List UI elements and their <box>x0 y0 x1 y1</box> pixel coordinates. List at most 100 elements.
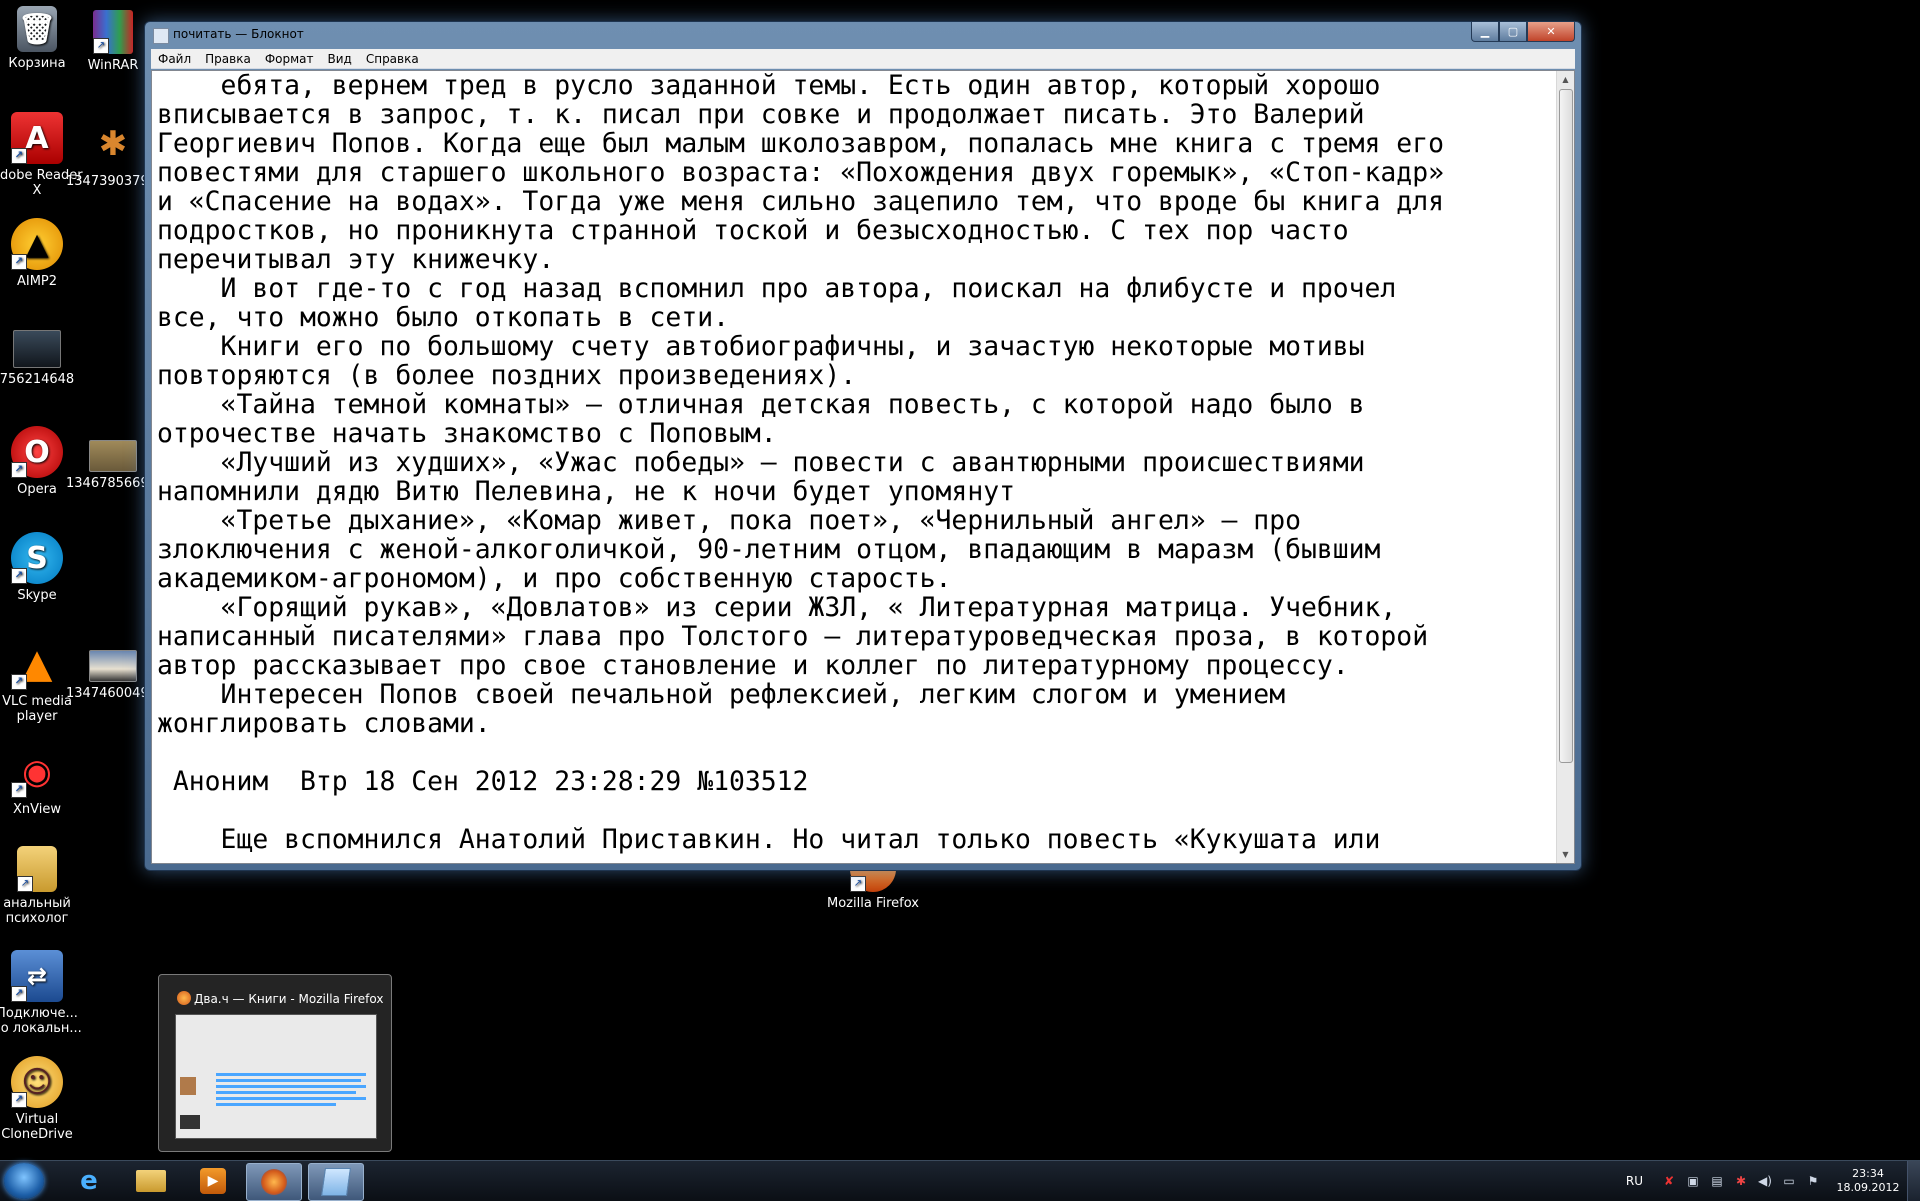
desktop-icon-label: Mozilla Firefox <box>827 896 919 911</box>
text-editor[interactable]: ебята, вернем тред в русло заданной темы… <box>151 70 1575 864</box>
desktop-icon-aimp[interactable]: ▲ ↗ AIMP2 <box>0 218 84 289</box>
desktop-icon-label: Opera <box>17 482 57 497</box>
explorer-folder-taskbar-icon[interactable] <box>124 1163 178 1199</box>
desktop-icon-label: Skype <box>17 588 57 603</box>
title-bar[interactable]: почитать — Блокнот ▁ ▢ ✕ <box>145 22 1581 48</box>
image-file-icon <box>13 330 61 368</box>
desktop-icon-756214648[interactable]: 756214648 <box>0 330 84 387</box>
minimize-button[interactable]: ▁ <box>1471 22 1499 42</box>
firefox-icon <box>177 991 191 1005</box>
text-line: злоключения с женой-алкоголичкой, 90-лет… <box>157 534 1381 565</box>
display-icon[interactable]: ▭ <box>1782 1174 1796 1188</box>
desktop-icon-label: AIMP2 <box>16 274 58 289</box>
desktop-icon-label: 756214648 <box>0 372 75 387</box>
text-line: подростков, но проникнута странной тоско… <box>157 215 1349 246</box>
menu-edit[interactable]: Правка <box>198 52 258 66</box>
recycle-bin-icon: 🗑 <box>17 6 57 52</box>
internet-explorer-taskbar-icon[interactable]: e <box>62 1163 116 1199</box>
menu-bar: Файл Правка Формат Вид Справка <box>151 49 1575 69</box>
system-tray: RU ✘ ▣ ▤ ✱ ◀) ▭ ⚑ 23:34 18.09.2012 <box>1626 1161 1920 1201</box>
preview-image <box>175 1014 377 1139</box>
language-indicator[interactable]: RU <box>1626 1174 1643 1188</box>
text-line: «Горящий рукав», «Довлатов» из серии ЖЗЛ… <box>157 592 1397 623</box>
text-line: написанный писателями» глава про Толстог… <box>157 621 1429 652</box>
aimp-icon: ▲ ↗ <box>11 218 63 270</box>
desktop-icon-clonedrive[interactable]: ☺ ↗ Virtual CloneDrive <box>0 1056 84 1142</box>
text-line: жонглировать словами. <box>157 708 491 739</box>
desktop-icon-label: VLC media player <box>2 694 72 724</box>
image-file-icon <box>89 440 137 472</box>
text-line: ебята, вернем тред в русло заданной темы… <box>157 70 1381 101</box>
text-line: повторяются (в более поздних произведени… <box>157 360 857 391</box>
desktop-icon-label: Корзина <box>8 56 66 71</box>
image-file-icon: ✱ <box>98 123 128 164</box>
desktop-icon-label: WinRAR <box>87 58 139 73</box>
desktop-icon-skype[interactable]: S ↗ Skype <box>0 532 84 603</box>
antivirus-icon[interactable]: ✱ <box>1734 1174 1748 1188</box>
action-center-flag-icon[interactable]: ⚑ <box>1806 1174 1820 1188</box>
clock[interactable]: 23:34 18.09.2012 <box>1835 1167 1901 1195</box>
image-file-icon <box>89 650 137 682</box>
clock-time: 23:34 <box>1852 1167 1884 1180</box>
text-line: Аноним Втр 18 Сен 2012 23:28:29 №103512 <box>157 766 809 797</box>
text-line <box>157 738 1574 767</box>
notepad-taskbar-icon[interactable] <box>308 1163 364 1201</box>
text-line: «Тайна темной комнаты» — отличная детска… <box>157 389 1365 420</box>
network-icon[interactable]: ▤ <box>1710 1174 1724 1188</box>
xnview-icon: ◉ ↗ <box>11 746 63 798</box>
folder-icon: ↗ <box>17 846 57 892</box>
text-line: повестями для старшего школьного возраст… <box>157 157 1444 188</box>
media-player-taskbar-icon[interactable]: ▶ <box>186 1163 240 1199</box>
device-icon[interactable]: ▣ <box>1686 1174 1700 1188</box>
desktop-icon-label: Подключе... по локальн... <box>0 1006 82 1036</box>
text-line: Еще вспомнился Анатолий Приставкин. Но ч… <box>157 824 1381 855</box>
menu-format[interactable]: Формат <box>258 52 321 66</box>
taskbar-thumbnail-preview[interactable]: Два.ч — Книги - Mozilla Firefox <box>158 974 392 1152</box>
show-desktop-button[interactable] <box>1907 1161 1920 1201</box>
menu-file[interactable]: Файл <box>151 52 198 66</box>
text-line: отрочестве начать знакомство с Поповым. <box>157 418 777 449</box>
text-line: «Третье дыхание», «Комар живет, пока пое… <box>157 505 1301 536</box>
notepad-icon <box>153 28 169 44</box>
text-line: перечитывал эту книжечку. <box>157 244 555 275</box>
desktop-icon-label: анальный психолог <box>3 896 71 926</box>
clonedrive-icon: ☺ ↗ <box>11 1056 63 1108</box>
winrar-icon: ↗ <box>93 10 133 54</box>
flag-icon[interactable]: ✘ <box>1662 1174 1676 1188</box>
window-title: почитать — Блокнот <box>173 27 304 41</box>
vertical-scrollbar[interactable]: ▲ ▼ <box>1556 71 1574 863</box>
taskbar: e ▶ RU ✘ ▣ ▤ ✱ ◀) ▭ ⚑ 23:34 18.09.2012 <box>0 1160 1920 1201</box>
close-button[interactable]: ✕ <box>1527 22 1575 42</box>
scroll-down-arrow-icon[interactable]: ▼ <box>1557 846 1574 863</box>
maximize-button[interactable]: ▢ <box>1499 22 1527 42</box>
desktop-icon-label: XnView <box>13 802 61 817</box>
notepad-window: почитать — Блокнот ▁ ▢ ✕ Файл Правка Фор… <box>144 21 1582 871</box>
scroll-up-arrow-icon[interactable]: ▲ <box>1557 71 1574 88</box>
desktop-icon-network[interactable]: ⇄ ↗ Подключе... по локальн... <box>0 950 84 1036</box>
text-line: напомнили дядю Витю Пелевина, не к ночи … <box>157 476 1015 507</box>
menu-view[interactable]: Вид <box>321 52 359 66</box>
vlc-icon: ▲ ↗ <box>11 638 63 690</box>
preview-title: Два.ч — Книги - Mozilla Firefox <box>194 992 384 1006</box>
desktop-icon-xnview[interactable]: ◉ ↗ XnView <box>0 746 84 817</box>
text-line: вписывается в запрос, т. к. писал при со… <box>157 99 1365 130</box>
scroll-thumb[interactable] <box>1559 89 1573 763</box>
document-text[interactable]: ебята, вернем тред в русло заданной темы… <box>157 70 1574 855</box>
desktop-icon-folder[interactable]: ↗ анальный психолог <box>0 846 84 926</box>
menu-help[interactable]: Справка <box>359 52 426 66</box>
opera-icon: O ↗ <box>11 426 63 478</box>
text-line <box>157 796 1574 825</box>
desktop-icon-label: Virtual CloneDrive <box>1 1112 73 1142</box>
text-line: все, что можно было откопать в сети. <box>157 302 729 333</box>
firefox-taskbar-icon[interactable] <box>246 1163 302 1201</box>
text-line: Георгиевич Попов. Когда еще был малым шк… <box>157 128 1444 159</box>
network-connection-icon: ⇄ ↗ <box>11 950 63 1002</box>
start-button[interactable] <box>4 1163 44 1199</box>
text-line: и «Спасение на водах». Тогда уже меня си… <box>157 186 1444 217</box>
text-line: И вот где-то с год назад вспомнил про ав… <box>157 273 1397 304</box>
text-line: автор рассказывает про свое становление … <box>157 650 1349 681</box>
text-line: Книги его по большому счету автобиографи… <box>157 331 1365 362</box>
text-line: «Лучший из худших», «Ужас победы» — пове… <box>157 447 1365 478</box>
volume-icon[interactable]: ◀) <box>1758 1174 1772 1188</box>
clock-date: 18.09.2012 <box>1836 1181 1900 1194</box>
